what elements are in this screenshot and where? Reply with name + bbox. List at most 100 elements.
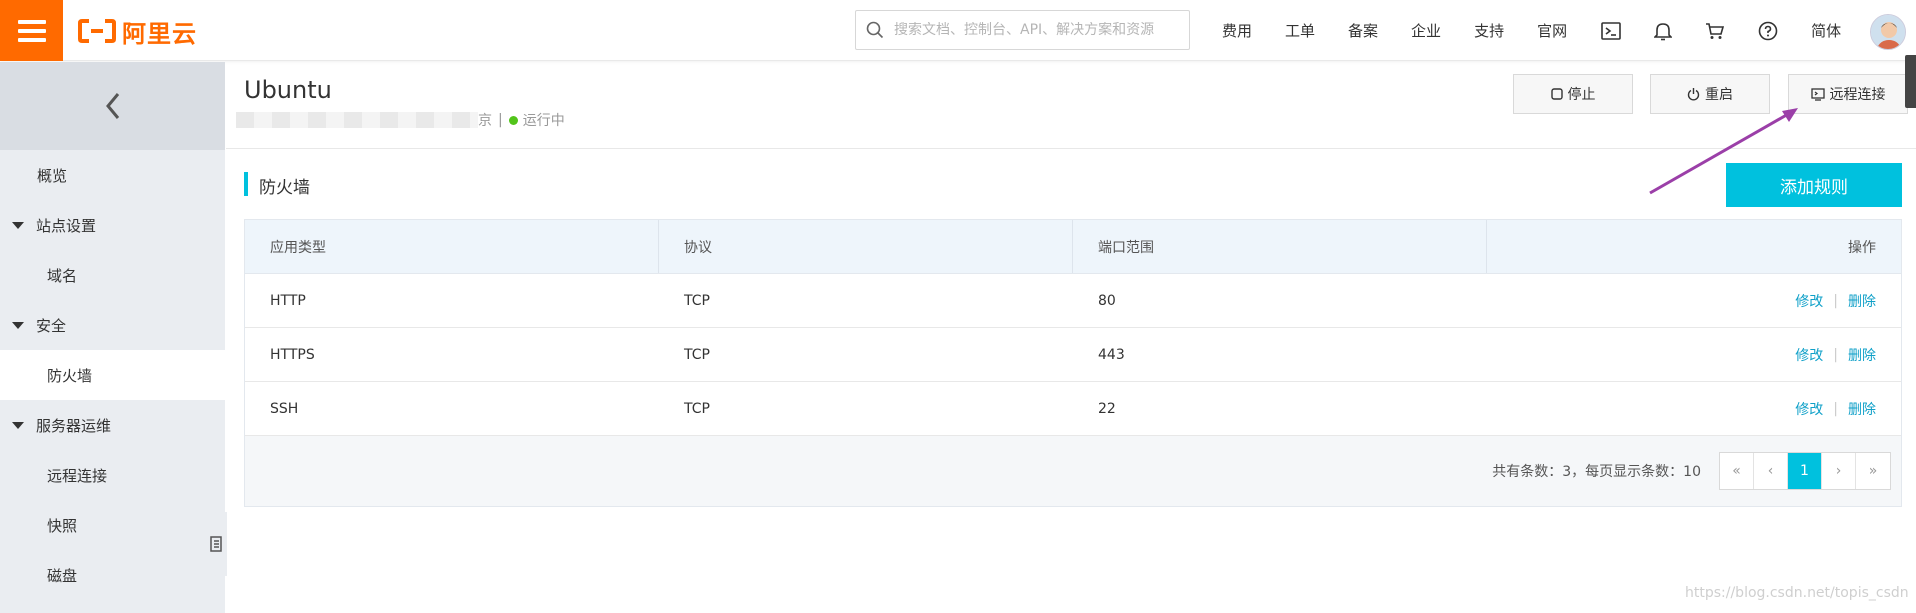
nav-official-site[interactable]: 官网 [1537, 20, 1567, 41]
sidebar-item-remote-connect[interactable]: 远程连接 [0, 450, 225, 500]
language-switch[interactable]: 简体 [1811, 20, 1841, 41]
sidebar-group-label: 服务器运维 [36, 416, 112, 435]
nav-tickets[interactable]: 工单 [1285, 20, 1315, 41]
instance-region: 京 [478, 113, 492, 129]
sidebar-item-firewall[interactable]: 防火墙 [0, 350, 225, 400]
sidebar-item-label: 域名 [47, 266, 78, 285]
cell-app-type: SSH [270, 400, 299, 417]
meta-separator: | [498, 112, 503, 128]
power-icon [1687, 88, 1700, 101]
cell-port-range: 22 [1098, 400, 1116, 417]
nav-billing[interactable]: 费用 [1222, 20, 1252, 41]
cell-port-range: 443 [1098, 346, 1125, 363]
cell-actions: 修改 | 删除 [1487, 328, 1901, 381]
edit-rule-link[interactable]: 修改 [1795, 291, 1823, 311]
search-icon [866, 21, 884, 39]
top-nav: 费用 工单 备案 企业 支持 官网 简体 [1210, 0, 1841, 61]
search-input[interactable] [894, 22, 1174, 38]
cell-protocol: TCP [684, 400, 710, 417]
sidebar-group-label: 安全 [36, 316, 67, 335]
avatar-icon [1871, 15, 1905, 49]
menu-bar-icon [17, 37, 46, 42]
column-header-app-type: 应用类型 [245, 220, 659, 273]
annotation-arrow [1649, 108, 1798, 195]
sidebar-group-label: 站点设置 [36, 216, 97, 235]
delete-rule-link[interactable]: 删除 [1848, 345, 1876, 365]
cell-port-range: 80 [1098, 292, 1116, 309]
hamburger-menu-button[interactable] [0, 0, 63, 61]
section-accent-bar [244, 172, 248, 196]
cell-actions: 修改 | 删除 [1487, 274, 1901, 327]
table-footer: 共有条数：3，每页显示条数：10 « ‹ 1 › » [245, 436, 1901, 506]
column-header-protocol: 协议 [659, 220, 1073, 273]
remote-desktop-icon [1810, 87, 1825, 101]
sidebar-item-label: 快照 [47, 516, 78, 535]
next-page-button[interactable]: › [1822, 453, 1856, 489]
table-row: HTTP TCP 80 修改 | 删除 [245, 274, 1901, 328]
last-page-button[interactable]: » [1856, 453, 1890, 489]
caret-down-icon [12, 421, 24, 429]
remote-connect-label: 远程连接 [1829, 87, 1886, 103]
cell-app-type: HTTP [270, 292, 306, 309]
stop-button[interactable]: 停止 [1513, 74, 1633, 114]
prev-page-button[interactable]: ‹ [1754, 453, 1788, 489]
redacted-instance-info [236, 112, 478, 128]
column-header-port-range: 端口范围 [1073, 220, 1487, 273]
help-icon[interactable] [1758, 21, 1778, 41]
watermark: https://blog.csdn.net/topis_csdn [1685, 585, 1909, 601]
delete-rule-link[interactable]: 删除 [1848, 399, 1876, 419]
table-header: 应用类型 协议 端口范围 操作 [245, 220, 1901, 274]
top-navbar: 阿里云 费用 工单 备案 企业 支持 官网 简体 [0, 0, 1916, 61]
pagination: « ‹ 1 › » [1719, 452, 1891, 490]
aliyun-logo[interactable]: 阿里云 [78, 14, 197, 48]
sidebar-item-domain[interactable]: 域名 [0, 250, 225, 300]
action-separator: | [1833, 346, 1838, 363]
sidebar-item-label: 防火墙 [47, 366, 93, 385]
cell-protocol: TCP [684, 292, 710, 309]
sidebar-item-overview[interactable]: 概览 [0, 150, 225, 200]
search-box[interactable] [855, 10, 1190, 50]
page-1-button[interactable]: 1 [1788, 453, 1822, 489]
cart-icon[interactable] [1705, 22, 1725, 40]
cell-app-type: HTTPS [270, 346, 315, 363]
table-row: HTTPS TCP 443 修改 | 删除 [245, 328, 1901, 382]
window-edge-handle [1905, 55, 1916, 108]
menu-bar-icon [17, 28, 46, 33]
edit-rule-link[interactable]: 修改 [1795, 345, 1823, 365]
user-avatar[interactable] [1870, 14, 1906, 50]
sidebar-item-label: 概览 [37, 166, 68, 185]
instance-meta: 京 | 运行中 [236, 108, 565, 132]
sidebar-collapse-toggle[interactable] [205, 512, 227, 576]
sidebar-item-label: 磁盘 [47, 566, 78, 585]
nav-icp-filing[interactable]: 备案 [1348, 20, 1378, 41]
cell-protocol: TCP [684, 346, 710, 363]
collapse-icon [210, 536, 222, 552]
sidebar-item-snapshot[interactable]: 快照 [0, 500, 225, 550]
logo-text: 阿里云 [122, 19, 197, 48]
table-row: SSH TCP 22 修改 | 删除 [245, 382, 1901, 436]
stop-icon [1550, 88, 1563, 100]
terminal-icon[interactable] [1601, 21, 1621, 40]
column-header-actions: 操作 [1848, 239, 1876, 256]
section-title: 防火墙 [259, 178, 310, 198]
sidebar-group-security[interactable]: 安全 [0, 300, 225, 350]
back-button[interactable] [0, 62, 225, 150]
sidebar-group-site-settings[interactable]: 站点设置 [0, 200, 225, 250]
sidebar-item-disk[interactable]: 磁盘 [0, 550, 225, 600]
aliyun-logo-icon [78, 19, 116, 43]
first-page-button[interactable]: « [1720, 453, 1754, 489]
pagination-total: 共有条数：3，每页显示条数：10 [1492, 464, 1701, 480]
caret-down-icon [12, 221, 24, 229]
cell-actions: 修改 | 删除 [1487, 382, 1901, 435]
action-separator: | [1833, 400, 1838, 417]
sidebar-group-server-ops[interactable]: 服务器运维 [0, 400, 225, 450]
status-running-dot [508, 115, 518, 125]
edit-rule-link[interactable]: 修改 [1795, 399, 1823, 419]
delete-rule-link[interactable]: 删除 [1848, 291, 1876, 311]
sidebar: 概览 站点设置 域名 安全 防火墙 服务器运维 远程连接 快照 磁盘 [0, 62, 227, 613]
action-separator: | [1833, 292, 1838, 309]
nav-enterprise[interactable]: 企业 [1411, 20, 1441, 41]
nav-support[interactable]: 支持 [1474, 20, 1504, 41]
bell-icon[interactable] [1654, 21, 1673, 41]
chevron-left-icon [105, 93, 119, 119]
